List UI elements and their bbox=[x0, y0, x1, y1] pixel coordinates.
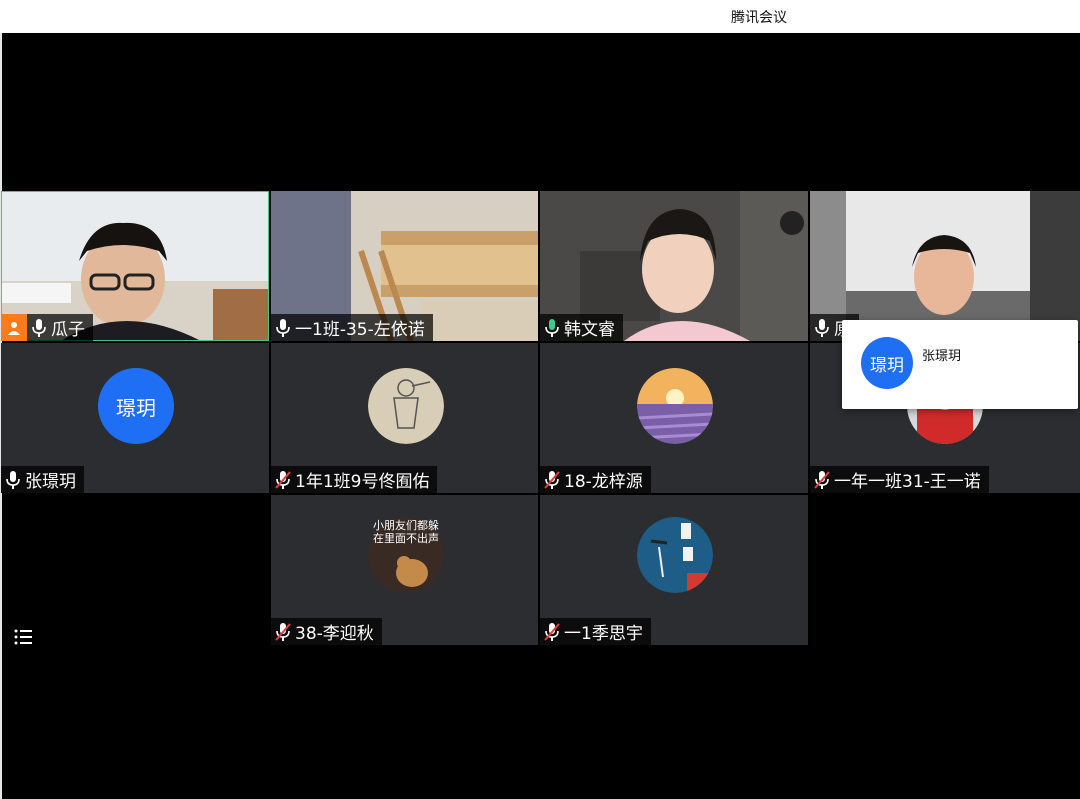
participant-namebar: 瓜子 bbox=[1, 314, 93, 341]
participant-namebar: 38-李迎秋 bbox=[271, 618, 382, 645]
mic-muted-icon bbox=[814, 470, 830, 490]
participant-name: 一1班-35-左依诺 bbox=[295, 320, 425, 340]
mic-muted-icon bbox=[275, 622, 291, 642]
mic-muted-icon bbox=[544, 470, 560, 490]
list-icon bbox=[14, 629, 32, 645]
mic-muted-icon bbox=[544, 622, 560, 642]
mic-icon bbox=[5, 470, 21, 490]
participant-namebar: 18-龙梓源 bbox=[540, 466, 651, 493]
popup-name: 张璟玥 bbox=[922, 349, 962, 364]
mic-muted-icon bbox=[275, 470, 291, 490]
title-bar: 腾讯会议 bbox=[0, 0, 1080, 33]
participant-name: 一年一班31-王一诺 bbox=[834, 472, 981, 492]
participant-name: 38-李迎秋 bbox=[295, 624, 374, 644]
participant-popup[interactable]: 璟玥 张璟玥 bbox=[842, 320, 1078, 409]
tile-longziyuan[interactable]: 18-龙梓源 bbox=[540, 343, 808, 493]
tile-tongyouyou[interactable]: 1年1班9号佟囿佑 bbox=[271, 343, 538, 493]
tile-jisiyu[interactable]: 一1季思宇 bbox=[540, 495, 808, 645]
mic-icon bbox=[31, 318, 47, 338]
tile-liyingqiu[interactable]: 小朋友们都躲在里面不出声 38-李迎秋 bbox=[271, 495, 538, 645]
participant-namebar: 一1班-35-左依诺 bbox=[271, 314, 433, 341]
tile-zhangjingyue[interactable]: 璟玥 张璟玥 bbox=[1, 343, 269, 493]
avatar-image-text: 小朋友们都躲在里面不出声 bbox=[373, 519, 439, 545]
avatar-caption: 小朋友们都躲在里面不出声 bbox=[368, 519, 444, 559]
mic-icon bbox=[275, 318, 291, 338]
text-avatar: 璟玥 bbox=[98, 368, 174, 444]
window-title: 腾讯会议 bbox=[731, 10, 787, 26]
participant-name: 一1季思宇 bbox=[564, 624, 643, 644]
participant-namebar: 韩文睿 bbox=[540, 314, 623, 341]
photo-avatar bbox=[368, 368, 444, 444]
video-tile-yuan[interactable]: 原 bbox=[810, 191, 1080, 341]
video-tile-zuoyinuo[interactable]: 一1班-35-左依诺 bbox=[271, 191, 538, 341]
photo-avatar bbox=[637, 517, 713, 593]
participant-name: 1年1班9号佟囿佑 bbox=[295, 472, 430, 492]
host-icon bbox=[1, 314, 27, 341]
participant-name: 瓜子 bbox=[51, 320, 85, 340]
participant-name: 张璟玥 bbox=[25, 472, 76, 492]
photo-avatar bbox=[637, 368, 713, 444]
participant-name: 18-龙梓源 bbox=[564, 472, 643, 492]
participant-namebar: 一年一班31-王一诺 bbox=[810, 466, 989, 493]
mic-icon bbox=[814, 318, 830, 338]
participant-namebar: 张璟玥 bbox=[1, 466, 84, 493]
participant-namebar: 1年1班9号佟囿佑 bbox=[271, 466, 438, 493]
list-button[interactable] bbox=[8, 622, 38, 652]
mic-speaking-icon bbox=[544, 318, 560, 338]
participant-namebar: 一1季思宇 bbox=[540, 618, 651, 645]
video-tile-hanwenrui[interactable]: 韩文睿 bbox=[540, 191, 808, 341]
popup-avatar: 璟玥 bbox=[861, 337, 913, 389]
participant-name: 韩文睿 bbox=[564, 320, 615, 340]
video-tile-guazi[interactable]: 瓜子 bbox=[1, 191, 269, 341]
